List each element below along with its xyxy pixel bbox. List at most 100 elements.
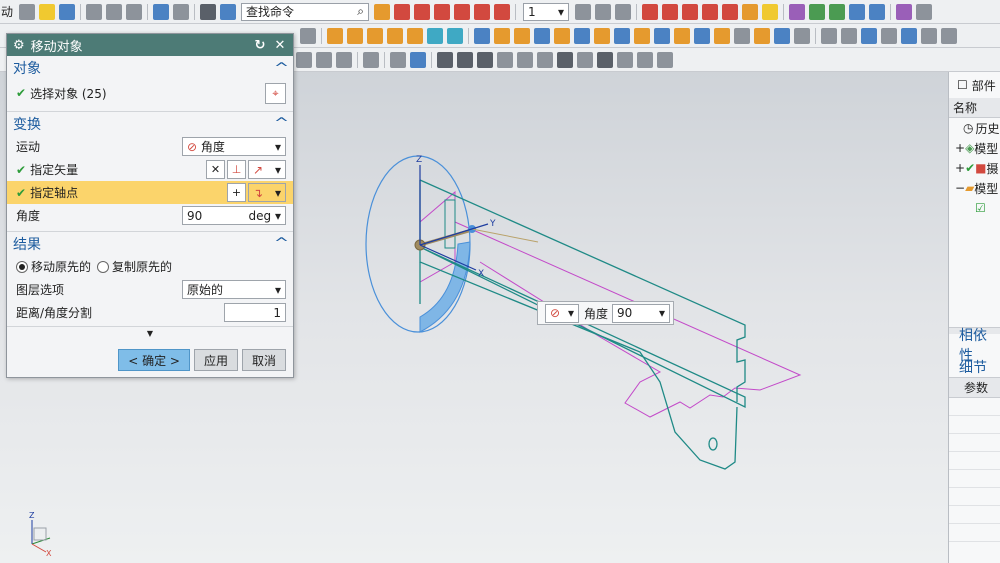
contour-flange-icon[interactable]	[534, 27, 550, 44]
specify-vector-row[interactable]: ✔ 指定矢量 ✕ ⊥ ↗ ▾	[7, 158, 293, 181]
snap-intersection-icon[interactable]	[497, 51, 513, 68]
layer-settings-icon[interactable]	[575, 3, 592, 20]
save-icon[interactable]	[59, 3, 76, 20]
section-header-object[interactable]: 对象 ^	[7, 56, 293, 80]
select-crosshair-button[interactable]: ⌖	[265, 83, 286, 104]
new-file-icon[interactable]	[19, 3, 36, 20]
toolbar-overflow-icon[interactable]	[941, 27, 957, 44]
snap-bounded-icon[interactable]	[617, 51, 633, 68]
specify-pivot-row[interactable]: ✔ 指定轴点 + ↴ ▾	[7, 181, 293, 204]
move-original-radio[interactable]	[16, 260, 28, 273]
redo-icon[interactable]	[173, 3, 190, 20]
fillet-curve-icon[interactable]	[454, 3, 471, 20]
toolbar-overflow-icon[interactable]	[657, 51, 673, 68]
show-icon[interactable]	[809, 3, 826, 20]
paste-icon[interactable]	[126, 3, 143, 20]
tab-icon[interactable]	[494, 27, 510, 44]
reset-icon[interactable]: ↻	[253, 38, 267, 53]
emboss-icon[interactable]	[634, 27, 650, 44]
copy-original-radio[interactable]	[97, 260, 110, 273]
tree-item-history[interactable]: ◷ 历史	[949, 118, 1000, 138]
vector-icon[interactable]	[722, 3, 739, 20]
sync-modeling-icon[interactable]	[794, 27, 810, 44]
move-to-layer-icon[interactable]	[595, 3, 612, 20]
ok-button[interactable]: < 确定 >	[118, 349, 190, 371]
select-body-icon[interactable]	[390, 51, 406, 68]
flat-solid-icon[interactable]	[714, 27, 730, 44]
window-switch-icon[interactable]	[200, 3, 217, 20]
datum-axis-icon[interactable]	[682, 3, 699, 20]
name-column-header[interactable]: 名称	[949, 98, 1000, 118]
open-folder-icon[interactable]	[39, 3, 56, 20]
export-flat-icon[interactable]	[734, 27, 750, 44]
shaded-icon[interactable]	[861, 27, 877, 44]
revolve-icon[interactable]	[347, 27, 363, 44]
point-type-select[interactable]: ↴ ▾	[248, 183, 286, 202]
more-icon[interactable]	[896, 3, 913, 20]
sketch-env-icon[interactable]	[300, 27, 316, 44]
trim-icon[interactable]	[474, 3, 491, 20]
motion-select[interactable]: ⊘ 角度 ▾	[182, 137, 286, 156]
cut-icon[interactable]	[86, 3, 103, 20]
chevron-up-icon[interactable]: ^	[274, 61, 289, 76]
command-finder-icon[interactable]	[220, 3, 237, 20]
expand-more-toggle[interactable]: ▼	[7, 326, 293, 340]
copy-to-layer-icon[interactable]	[615, 3, 632, 20]
apply-button[interactable]: 应用	[193, 349, 238, 371]
chevron-up-icon[interactable]: ^	[274, 116, 289, 131]
sheet-metal-icon[interactable]	[474, 27, 490, 44]
snap-midpoint-icon[interactable]	[457, 51, 473, 68]
extend-icon[interactable]	[494, 3, 511, 20]
view-orient-icon[interactable]	[821, 27, 837, 44]
render-style-icon[interactable]	[841, 27, 857, 44]
gear-icon[interactable]: ⚙	[13, 38, 25, 53]
snap-quadrant-icon[interactable]	[537, 51, 553, 68]
curve-icon[interactable]	[394, 3, 411, 20]
offset-face-icon[interactable]	[774, 27, 790, 44]
snap-control-icon[interactable]	[477, 51, 493, 68]
dialog-title-bar[interactable]: ⚙ 移动对象 ↻ ✕	[7, 34, 293, 56]
navigator-title-row[interactable]: ☐ 部件	[949, 72, 1000, 98]
undo-icon[interactable]	[153, 3, 170, 20]
snap-tangent-icon[interactable]	[637, 51, 653, 68]
extrude-icon[interactable]	[327, 27, 343, 44]
split-input[interactable]: 1	[224, 303, 286, 322]
tree-item-feature[interactable]: ☑	[949, 198, 1000, 218]
vector-dialog-button[interactable]: ⊥	[227, 160, 246, 179]
select-face-icon[interactable]	[410, 51, 426, 68]
section-header-result[interactable]: 结果 ^	[7, 231, 293, 255]
command-search-input[interactable]: 查找命令 ⌕	[241, 2, 370, 21]
snap-endpoint-icon[interactable]	[437, 51, 453, 68]
selection-filter-icon[interactable]	[296, 51, 312, 68]
gusset-icon[interactable]	[674, 27, 690, 44]
snap-icon[interactable]	[742, 3, 759, 20]
move-object-icon[interactable]	[789, 3, 806, 20]
rebend-icon[interactable]	[594, 27, 610, 44]
copy-original-label[interactable]: 复制原先的	[112, 258, 172, 275]
angle-mode-combo[interactable]: ⊘ ▾	[545, 303, 579, 323]
floating-angle-field[interactable]: 90 ▾	[612, 303, 671, 323]
flat-pattern-icon[interactable]	[694, 27, 710, 44]
arc-icon[interactable]	[434, 3, 451, 20]
chevron-up-icon[interactable]: ^	[274, 236, 289, 251]
layer-option-select[interactable]: 原始的 ▾	[182, 280, 286, 299]
hole-icon[interactable]	[427, 27, 443, 44]
tree-item-camera[interactable]: + ✔ ■ 摄	[949, 158, 1000, 178]
unite-icon[interactable]	[387, 27, 403, 44]
line-icon[interactable]	[414, 3, 431, 20]
flange-icon[interactable]	[514, 27, 530, 44]
work-layer-combo[interactable]: 1 ▾	[523, 2, 570, 21]
unbend-icon[interactable]	[574, 27, 590, 44]
toolbar-overflow-icon[interactable]	[916, 3, 933, 20]
close-icon[interactable]: ✕	[273, 38, 287, 53]
menu-edge-label[interactable]: 动	[0, 3, 13, 20]
parameter-column-header[interactable]: 参数	[949, 378, 1000, 398]
tree-item-model-views[interactable]: + ◈ 模型	[949, 138, 1000, 158]
select-curve-icon[interactable]	[316, 51, 332, 68]
cut-feature-icon[interactable]	[754, 27, 770, 44]
background-icon[interactable]	[901, 27, 917, 44]
highlight-icon[interactable]	[762, 3, 779, 20]
snap-arc-center-icon[interactable]	[517, 51, 533, 68]
section-header-transform[interactable]: 变换 ^	[7, 111, 293, 135]
layer-visibility-icon[interactable]	[921, 27, 937, 44]
